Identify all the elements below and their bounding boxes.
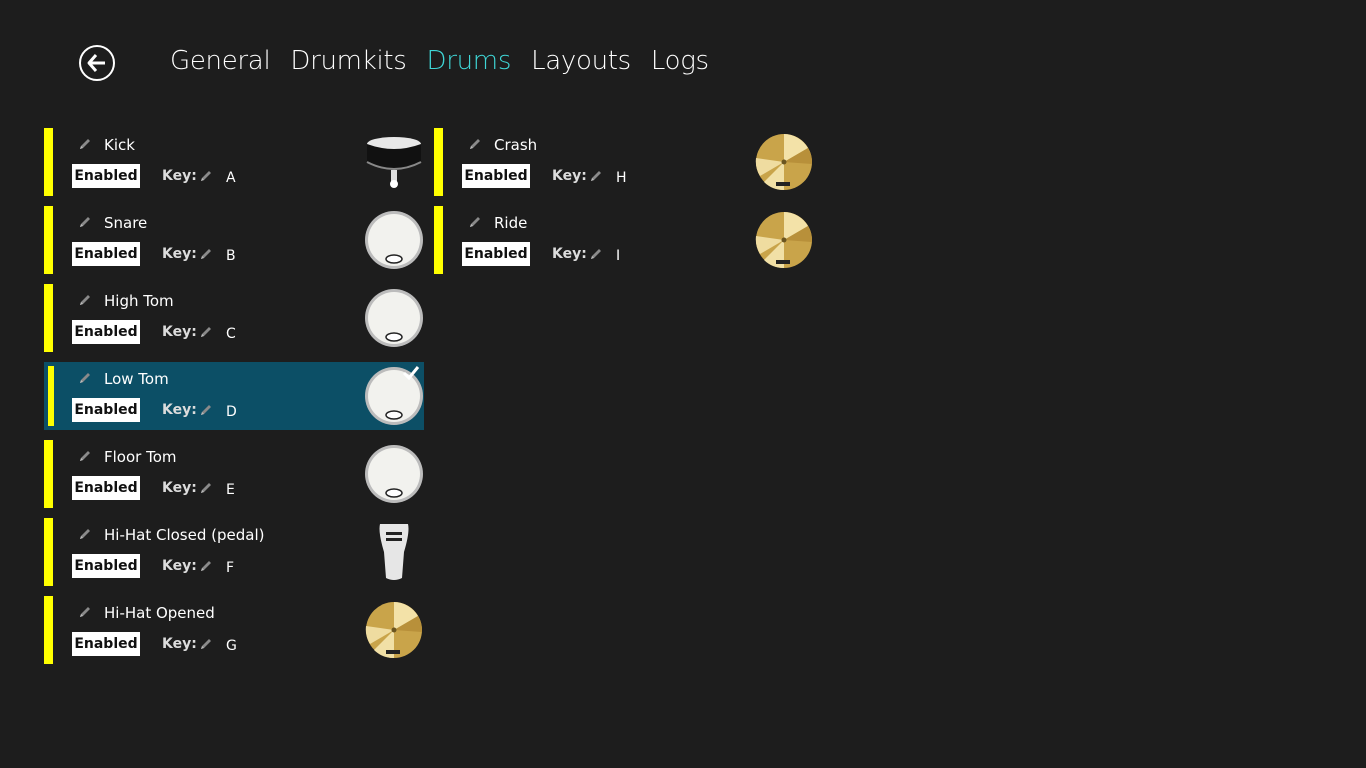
drum-name: Crash <box>494 136 538 154</box>
edit-name-pencil-icon[interactable] <box>77 604 93 620</box>
enabled-indicator <box>44 206 53 274</box>
edit-name-pencil-icon[interactable] <box>77 292 93 308</box>
enabled-toggle-button[interactable]: Enabled <box>462 164 530 188</box>
enabled-indicator <box>44 440 53 508</box>
enabled-toggle-button[interactable]: Enabled <box>72 632 140 656</box>
drum-name: Low Tom <box>104 370 169 388</box>
enabled-toggle-button[interactable]: Enabled <box>72 398 140 422</box>
enabled-indicator <box>434 128 443 196</box>
edit-key-pencil-icon[interactable] <box>198 558 214 574</box>
edit-key-pencil-icon[interactable] <box>588 246 604 262</box>
enabled-toggle-button[interactable]: Enabled <box>462 242 530 266</box>
enabled-indicator <box>434 206 443 274</box>
tom-drum-icon <box>364 444 424 504</box>
key-value: H <box>616 170 627 186</box>
edit-key-pencil-icon[interactable] <box>588 168 604 184</box>
key-value: F <box>226 560 235 576</box>
drum-list-left: Kick Enabled Key: A Snare Enabled Key: B High To… <box>44 128 424 674</box>
nav-tabs: General Drumkits Drums Layouts Logs <box>170 46 709 76</box>
key-label: Key: <box>162 480 197 496</box>
key-label: Key: <box>162 246 197 262</box>
drum-item[interactable]: Hi-Hat Closed (pedal) Enabled Key: F <box>44 518 424 586</box>
checkmark-icon <box>402 364 420 386</box>
drum-name: Kick <box>104 136 135 154</box>
key-label: Key: <box>162 168 197 184</box>
tab-layouts[interactable]: Layouts <box>531 46 631 76</box>
drum-item[interactable]: Ride Enabled Key: I <box>434 206 814 274</box>
enabled-toggle-button[interactable]: Enabled <box>72 242 140 266</box>
tab-general[interactable]: General <box>170 46 271 76</box>
enabled-indicator <box>44 596 53 664</box>
tab-drumkits[interactable]: Drumkits <box>290 46 406 76</box>
drum-item[interactable]: Hi-Hat Opened Enabled Key: G <box>44 596 424 664</box>
edit-key-pencil-icon[interactable] <box>198 168 214 184</box>
key-value: A <box>226 170 236 186</box>
key-label: Key: <box>162 324 197 340</box>
edit-key-pencil-icon[interactable] <box>198 480 214 496</box>
key-label: Key: <box>552 168 587 184</box>
kick-drum-icon <box>364 132 424 192</box>
edit-key-pencil-icon[interactable] <box>198 324 214 340</box>
cymbal-icon <box>754 132 814 192</box>
tab-logs[interactable]: Logs <box>651 46 709 76</box>
key-value: G <box>226 638 237 654</box>
key-value: I <box>616 248 621 264</box>
tom-drum-icon <box>364 288 424 348</box>
key-value: D <box>226 404 237 420</box>
enabled-toggle-button[interactable]: Enabled <box>72 476 140 500</box>
enabled-toggle-button[interactable]: Enabled <box>72 164 140 188</box>
drum-item[interactable]: Low Tom Enabled Key: D <box>44 362 424 430</box>
drum-name: Floor Tom <box>104 448 177 466</box>
enabled-toggle-button[interactable]: Enabled <box>72 320 140 344</box>
edit-key-pencil-icon[interactable] <box>198 246 214 262</box>
tab-drums[interactable]: Drums <box>427 46 512 76</box>
edit-key-pencil-icon[interactable] <box>198 636 214 652</box>
back-arrow-icon <box>87 54 105 72</box>
back-button[interactable] <box>79 45 115 81</box>
edit-name-pencil-icon[interactable] <box>467 136 483 152</box>
snare-drum-icon <box>364 210 424 270</box>
edit-name-pencil-icon[interactable] <box>77 214 93 230</box>
enabled-indicator <box>44 128 53 196</box>
key-value: E <box>226 482 235 498</box>
enabled-indicator <box>44 518 53 586</box>
key-value: B <box>226 248 236 264</box>
key-label: Key: <box>162 402 197 418</box>
edit-name-pencil-icon[interactable] <box>77 370 93 386</box>
edit-name-pencil-icon[interactable] <box>467 214 483 230</box>
drum-name: Hi-Hat Closed (pedal) <box>104 526 265 544</box>
drum-item[interactable]: High Tom Enabled Key: C <box>44 284 424 352</box>
drum-item[interactable]: Floor Tom Enabled Key: E <box>44 440 424 508</box>
key-label: Key: <box>162 558 197 574</box>
drum-name: Hi-Hat Opened <box>104 604 215 622</box>
key-label: Key: <box>552 246 587 262</box>
drum-name: Ride <box>494 214 528 232</box>
edit-key-pencil-icon[interactable] <box>198 402 214 418</box>
drum-name: Snare <box>104 214 148 232</box>
drum-list-right: Crash Enabled Key: H Ride Enabled Key: I <box>434 128 814 284</box>
key-label: Key: <box>162 636 197 652</box>
enabled-toggle-button[interactable]: Enabled <box>72 554 140 578</box>
drum-item[interactable]: Snare Enabled Key: B <box>44 206 424 274</box>
drum-item[interactable]: Kick Enabled Key: A <box>44 128 424 196</box>
pedal-icon <box>364 522 424 582</box>
edit-name-pencil-icon[interactable] <box>77 136 93 152</box>
enabled-indicator <box>44 284 53 352</box>
cymbal-icon <box>364 600 424 660</box>
key-value: C <box>226 326 236 342</box>
drum-item[interactable]: Crash Enabled Key: H <box>434 128 814 196</box>
cymbal-icon <box>754 210 814 270</box>
drum-name: High Tom <box>104 292 174 310</box>
enabled-indicator <box>48 366 54 426</box>
edit-name-pencil-icon[interactable] <box>77 448 93 464</box>
edit-name-pencil-icon[interactable] <box>77 526 93 542</box>
